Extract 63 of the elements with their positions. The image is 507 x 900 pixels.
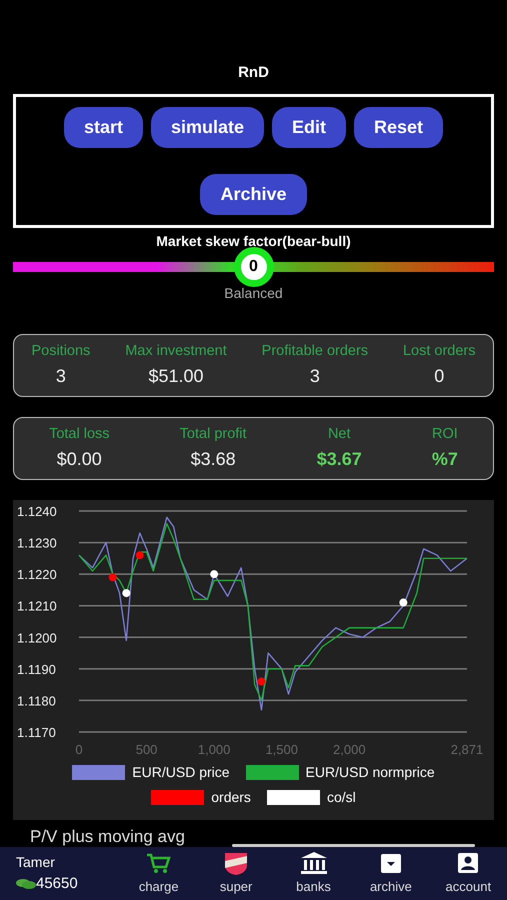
stat-label: Max investment xyxy=(125,342,227,362)
legend-label: orders xyxy=(211,788,251,807)
stat-label: Positions xyxy=(31,342,90,362)
marker-dot xyxy=(122,589,130,598)
stat-label: Profitable orders xyxy=(262,342,368,362)
stat-label: Total profit xyxy=(180,425,247,444)
stat-value: 3 xyxy=(56,364,66,388)
nav-tab[interactable]: banks xyxy=(274,850,352,896)
stat-value: $3.67 xyxy=(316,448,362,471)
slider-thumb[interactable]: 0 xyxy=(234,247,274,287)
x-tick-label: 0 xyxy=(75,742,83,757)
legend-label: EUR/USD normprice xyxy=(306,763,435,782)
y-tick-label: 1.1220 xyxy=(17,567,57,582)
section-title: P/V plus moving avg xyxy=(30,826,185,848)
stat-value: $3.68 xyxy=(190,448,236,471)
marker-dot xyxy=(136,551,144,560)
coins-icon xyxy=(16,878,36,890)
y-tick-label: 1.1230 xyxy=(17,536,57,551)
x-tick-label: 1,000 xyxy=(198,742,230,757)
marker-dot xyxy=(108,573,117,582)
legend-swatch xyxy=(151,790,204,805)
y-tick-label: 1.1240 xyxy=(17,504,57,519)
y-tick-label: 1.1200 xyxy=(17,630,57,646)
marker-dot xyxy=(257,677,266,686)
nav-tab[interactable]: account xyxy=(430,850,507,896)
legend-swatch xyxy=(72,765,126,780)
stat-label: ROI xyxy=(432,425,458,444)
nav-tab[interactable]: archive xyxy=(352,850,430,896)
y-tick-label: 1.1210 xyxy=(17,598,57,614)
x-tick-label: 1,500 xyxy=(265,742,298,757)
legend-label: EUR/USD price xyxy=(132,763,230,782)
action-button[interactable]: Reset xyxy=(354,107,444,148)
stat-value: %7 xyxy=(432,448,458,471)
slider-caption: Balanced xyxy=(224,285,283,301)
slider-label: Market skew factor(bear-bull) xyxy=(156,233,351,249)
x-tick-label: 500 xyxy=(136,742,158,757)
screen-title: RnD xyxy=(238,64,269,81)
legend-label: co/sl xyxy=(326,788,356,807)
nav-tab[interactable]: super xyxy=(197,850,275,896)
stat-label: Lost orders xyxy=(402,342,476,362)
stat-value: 0 xyxy=(434,364,444,388)
y-tick-label: 1.1170 xyxy=(17,725,56,740)
x-tick-label: 2,000 xyxy=(333,742,366,757)
x-tick-label: 2,871 xyxy=(450,742,484,757)
nav-tab[interactable]: charge xyxy=(120,850,198,896)
stat-label: Total loss xyxy=(49,425,110,444)
y-tick-label: 1.1180 xyxy=(17,693,56,708)
marker-dot xyxy=(210,570,218,578)
bank-icon xyxy=(300,850,328,875)
stat-label: Net xyxy=(328,425,351,444)
marker-dot xyxy=(399,598,408,607)
y-tick-label: 1.1190 xyxy=(17,662,56,677)
stat-value: $51.00 xyxy=(148,364,204,388)
coin-balance: 45650 xyxy=(36,874,78,894)
user-name: Tamer xyxy=(16,852,56,872)
action-button[interactable]: Archive xyxy=(200,174,307,215)
action-button[interactable]: Edit xyxy=(272,107,346,148)
action-button[interactable]: start xyxy=(64,107,143,148)
stat-value: 3 xyxy=(310,364,320,388)
action-button[interactable]: simulate xyxy=(150,107,264,148)
stat-value: $0.00 xyxy=(56,448,102,471)
legend-swatch xyxy=(246,765,299,780)
legend-swatch xyxy=(266,790,320,805)
